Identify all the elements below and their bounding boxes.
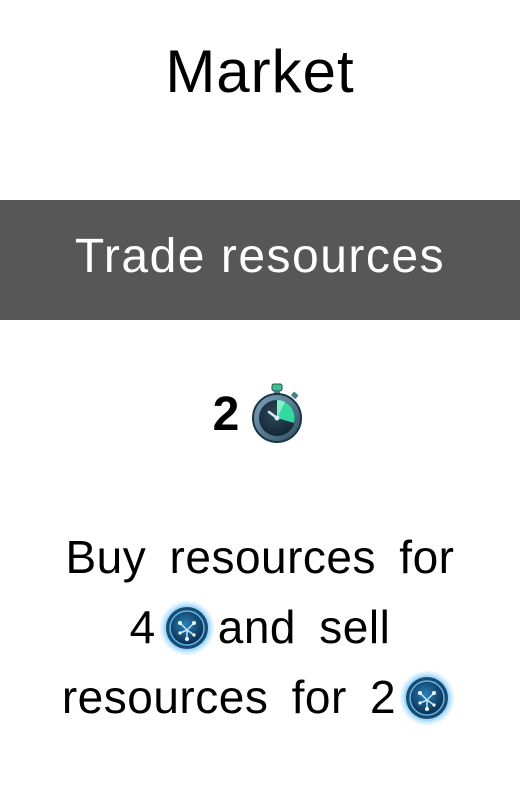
banner-text: Trade resources xyxy=(74,230,446,283)
card-title: Market xyxy=(165,38,355,105)
market-card[interactable]: Market Trade resources 2 Buy resources f… xyxy=(0,0,520,790)
description-line-1: Buy resources for xyxy=(65,531,455,583)
description-line-2: 4 and sell xyxy=(0,592,520,662)
description-line-2-text: and sell xyxy=(217,601,391,653)
resource-coin-icon xyxy=(158,600,215,656)
card-description: Buy resources for 4 and sell resources f… xyxy=(0,522,520,732)
description-line-3: resources for 2 xyxy=(0,662,520,732)
description-line-3-text: resources for 2 xyxy=(61,671,397,723)
resource-coin-icon xyxy=(399,670,456,726)
action-cost: 2 xyxy=(0,378,520,448)
cost-value: 2 xyxy=(212,388,240,441)
buy-price: 4 xyxy=(129,601,156,653)
stopwatch-icon xyxy=(252,383,303,443)
